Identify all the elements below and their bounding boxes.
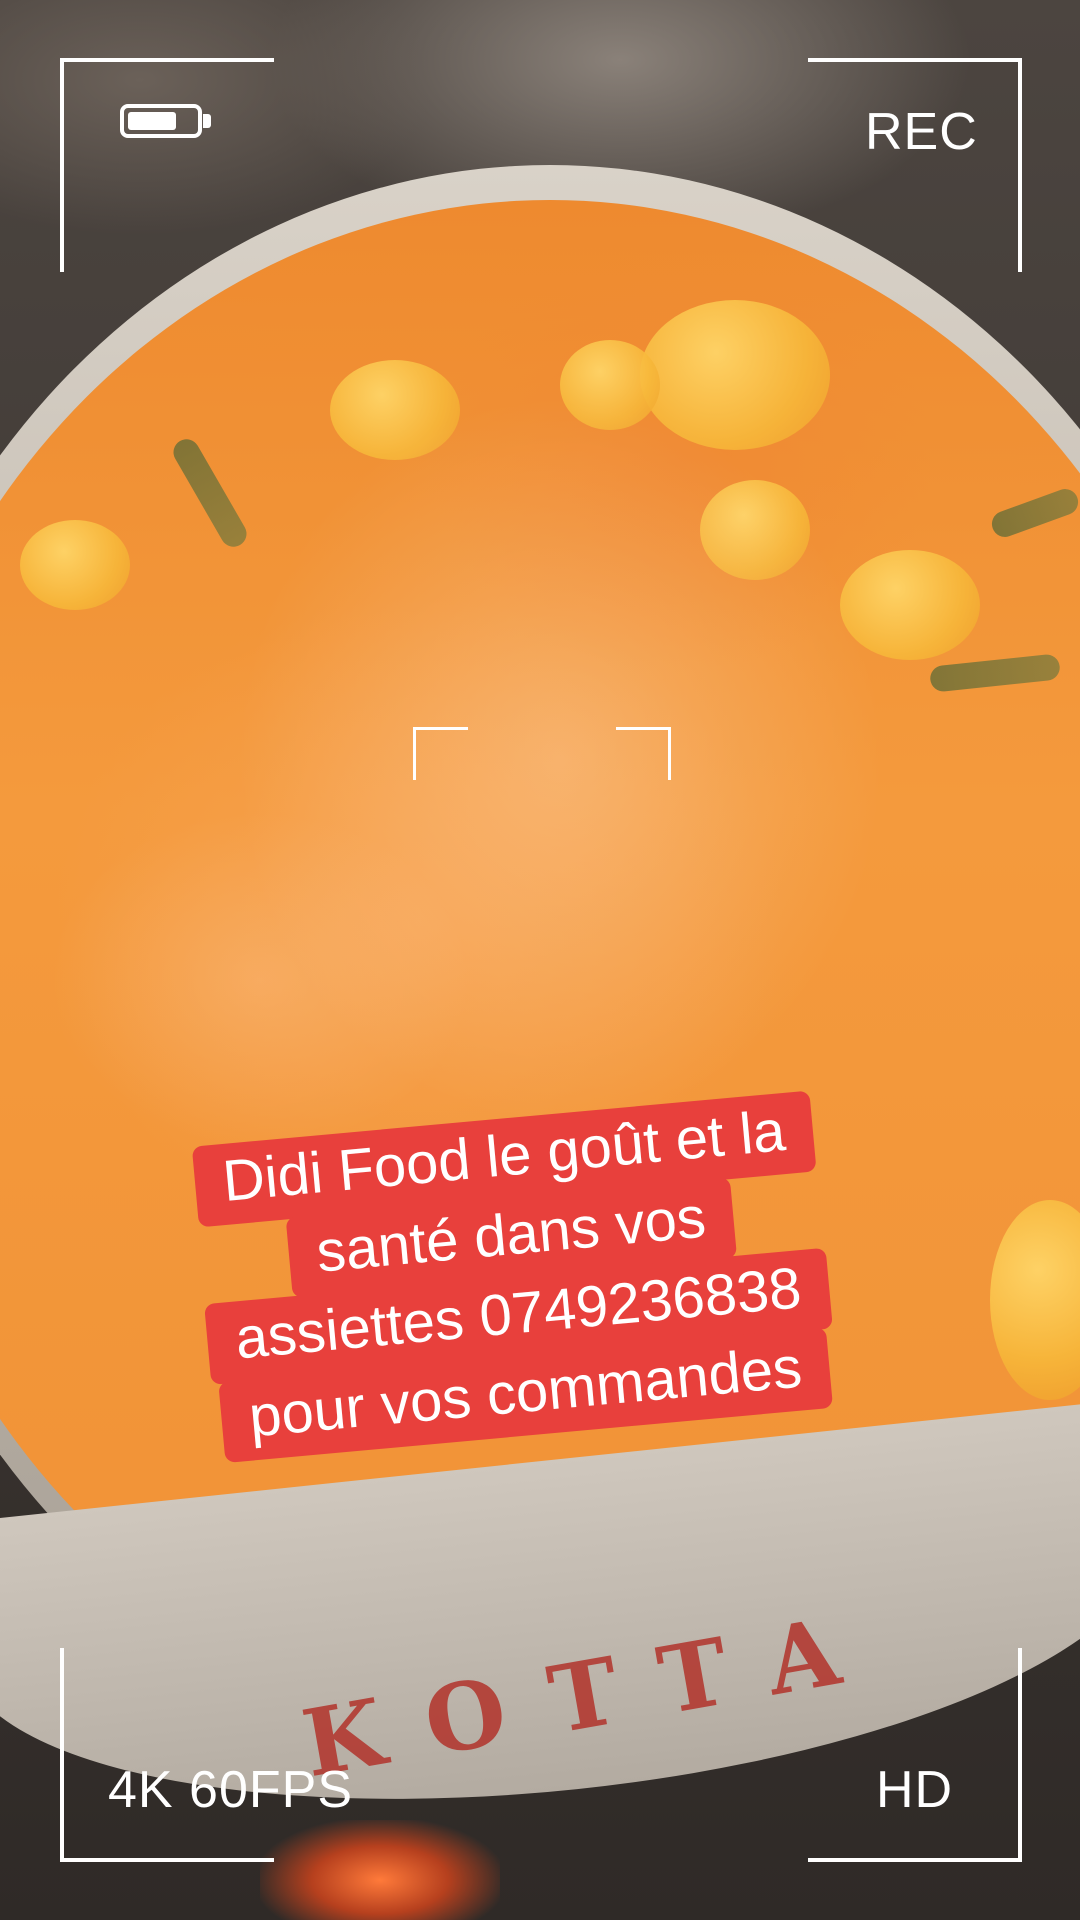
viewfinder-corner-top-left: [60, 58, 274, 272]
video-frame: KOTTA: [0, 0, 1080, 1920]
battery-level: [128, 112, 176, 130]
hd-label: HD: [876, 1761, 954, 1819]
battery-tip: [203, 114, 211, 128]
viewfinder-corner-top-right: [808, 58, 1022, 272]
viewfinder-corner-bottom-left: [60, 1648, 274, 1862]
fire-embers: [260, 1820, 500, 1920]
battery-icon: [120, 104, 202, 138]
resolution-fps-label: 4K 60FPS: [108, 1761, 354, 1819]
focus-bracket-right: [616, 727, 671, 780]
viewfinder-corner-bottom-right: [808, 1648, 1022, 1862]
rec-indicator: REC: [865, 103, 978, 161]
focus-bracket-left: [413, 727, 468, 780]
